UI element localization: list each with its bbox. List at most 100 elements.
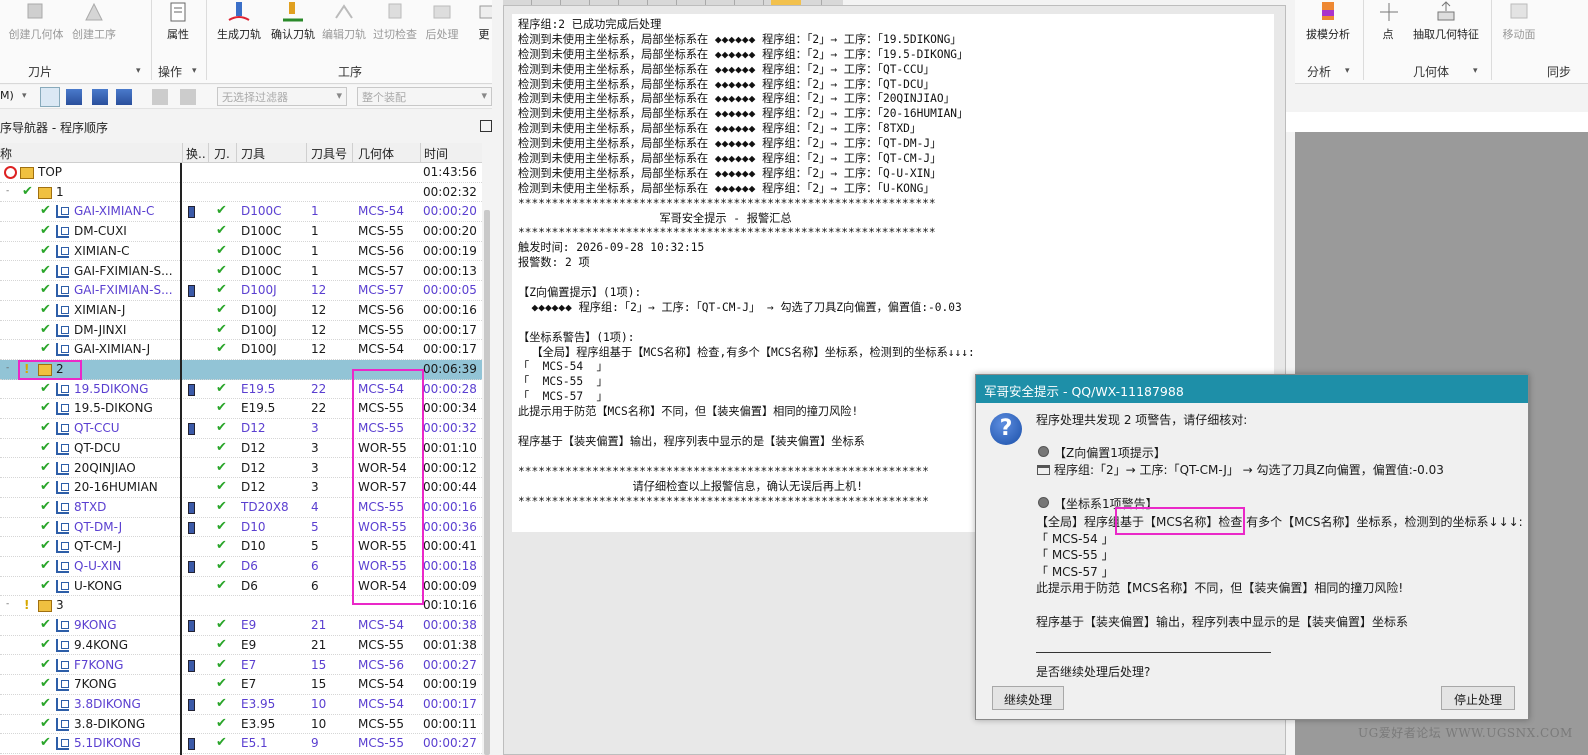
changed-icon: [188, 620, 195, 633]
gouge-check-button[interactable]: 过切检查: [372, 0, 418, 44]
operation-name[interactable]: 9KONG: [74, 618, 178, 632]
table-row[interactable]: ✔ XIMIAN-C ✔ D100C 1 MCS-56 00:00:19: [0, 242, 482, 262]
operation-icon: [56, 619, 69, 633]
group-dropdown-icon[interactable]: ▾: [1345, 66, 1350, 76]
operation-name[interactable]: 5.1DIKONG: [74, 736, 178, 750]
table-row[interactable]: ✔ XIMIAN-J ✔ D100J 12 MCS-56 00:00:16: [0, 301, 482, 321]
table-row[interactable]: ✔ DM-JINXI ✔ D100J 12 MCS-55 00:00:17: [0, 321, 482, 341]
col-header-path[interactable]: 刀.: [214, 145, 230, 162]
operation-name[interactable]: F7KONG: [74, 658, 178, 672]
table-row[interactable]: ✔ 3.8DIKONG ✔ E3.95 10 MCS-54 00:00:17: [0, 695, 482, 715]
dialog-title[interactable]: 军哥安全提示 - QQ/WX-11187988: [976, 375, 1528, 403]
table-row[interactable]: ✔ 9KONG ✔ E9 21 MCS-54 00:00:38: [0, 616, 482, 636]
table-row[interactable]: ✔ GAI-FXIMIAN-S... ✔ D100J 12 MCS-57 00:00:05: [0, 281, 482, 301]
tool-number-cell: 12: [311, 342, 327, 357]
operation-name[interactable]: GAI-FXIMIAN-S...: [74, 283, 178, 297]
operation-name[interactable]: 3.8DIKONG: [74, 697, 178, 711]
selection-filter-dropdown[interactable]: 无选择过滤器: [217, 87, 347, 106]
operation-name[interactable]: 3: [56, 598, 178, 612]
operation-name[interactable]: 20QINJIAO: [74, 461, 178, 475]
point-button[interactable]: 点: [1375, 0, 1401, 44]
operation-name[interactable]: QT-DM-J: [74, 520, 178, 534]
select-feature-icon[interactable]: [66, 89, 82, 105]
properties-button[interactable]: 属性: [160, 0, 196, 44]
tool-cell: TD20X8: [241, 499, 289, 514]
operation-name[interactable]: QT-CM-J: [74, 539, 178, 553]
group-label-analysis: 分析: [1307, 65, 1332, 79]
col-header-tool-number[interactable]: 刀具号: [311, 145, 347, 162]
col-header-change[interactable]: 换..: [186, 145, 206, 162]
col-header-name[interactable]: 称: [0, 145, 12, 162]
operation-name[interactable]: 1: [56, 185, 178, 199]
operation-name[interactable]: XIMIAN-C: [74, 244, 178, 258]
operation-name[interactable]: XIMIAN-J: [74, 303, 178, 317]
table-row[interactable]: ✔ GAI-XIMIAN-C ✔ D100C 1 MCS-54 00:00:20: [0, 202, 482, 223]
operation-name[interactable]: TOP: [38, 165, 178, 179]
continue-button[interactable]: 继续处理: [992, 686, 1064, 710]
operation-name[interactable]: Q-U-XIN: [74, 559, 178, 573]
table-row[interactable]: ✔ DM-CUXI ✔ D100C 1 MCS-55 00:00:20: [0, 222, 482, 242]
postprocess-button[interactable]: 后处理: [424, 0, 460, 44]
select-mode-icon[interactable]: [40, 87, 60, 107]
group-dropdown-icon[interactable]: ▾: [1473, 66, 1478, 76]
operation-name[interactable]: 8TXD: [74, 500, 178, 514]
edit-toolpath-button[interactable]: 编辑刀轨: [320, 0, 368, 44]
table-row[interactable]: ✔ GAI-XIMIAN-J ✔ D100J 12 MCS-54 00:00:17: [0, 340, 482, 360]
table-row[interactable]: TOP 01:43:56: [0, 163, 482, 183]
verify-toolpath-button[interactable]: 确认刀轨: [268, 0, 318, 44]
draft-analysis-button[interactable]: 拔模分析: [1299, 0, 1357, 44]
operation-name[interactable]: DM-CUXI: [74, 224, 178, 238]
operation-name[interactable]: 20-16HUMIAN: [74, 480, 178, 494]
operation-name[interactable]: GAI-XIMIAN-J: [74, 342, 178, 356]
highlight-box: [352, 369, 424, 605]
operation-name[interactable]: 3.8-DIKONG: [74, 717, 178, 731]
log-line: 检测到未使用主坐标系，局部坐标系在 ◆◆◆◆◆◆ 程序组：「2」→ 工序：「19…: [518, 47, 969, 61]
create-geometry-button[interactable]: 创建几何体: [6, 0, 66, 44]
table-row[interactable]: ✔ 9.4KONG ✔ E9 21 MCS-55 00:01:38: [0, 636, 482, 656]
table-row[interactable]: - ✔ 1 00:02:32: [0, 183, 482, 203]
extract-geometry-button[interactable]: 抽取几何特征: [1411, 0, 1481, 44]
create-operation-button[interactable]: 创建工序: [70, 0, 118, 44]
col-header-geometry[interactable]: 几何体: [358, 145, 394, 162]
collapse-icon[interactable]: -: [6, 599, 9, 609]
generate-toolpath-button[interactable]: 生成刀轨: [214, 0, 264, 44]
filter-options-icon[interactable]: [180, 89, 196, 105]
move-face-button[interactable]: 移动面: [1499, 0, 1539, 44]
table-row[interactable]: ✔ F7KONG ✔ E7 15 MCS-56 00:00:27: [0, 656, 482, 676]
operation-name[interactable]: QT-DCU: [74, 441, 178, 455]
tool-number-cell: 12: [311, 322, 327, 337]
operation-name[interactable]: 19.5DIKONG: [74, 382, 178, 396]
maximize-icon[interactable]: [480, 120, 492, 132]
operation-name[interactable]: 7KONG: [74, 677, 178, 691]
path-ok-icon: ✔: [216, 321, 227, 337]
operation-name[interactable]: U-KONG: [74, 579, 178, 593]
postprocess-icon: [433, 5, 451, 19]
operation-name[interactable]: GAI-FXIMIAN-S...: [74, 264, 178, 278]
operation-name[interactable]: GAI-XIMIAN-C: [74, 204, 178, 218]
assembly-scope-dropdown[interactable]: 整个装配: [357, 87, 492, 106]
operation-name[interactable]: 9.4KONG: [74, 638, 178, 652]
select-component-icon[interactable]: [116, 89, 132, 105]
table-row[interactable]: ✔ 3.8-DIKONG ✔ E3.95 10 MCS-55 00:00:11: [0, 715, 482, 735]
table-row[interactable]: ✔ 7KONG ✔ E7 15 MCS-54 00:00:19: [0, 675, 482, 695]
group-dropdown-icon[interactable]: ▾: [192, 66, 197, 76]
operation-name[interactable]: DM-JINXI: [74, 323, 178, 337]
more-button[interactable]: 更: [476, 0, 492, 44]
generate-toolpath-icon: [228, 2, 250, 21]
chevron-down-icon[interactable]: ▾: [22, 91, 27, 101]
operation-name[interactable]: QT-CCU: [74, 421, 178, 435]
table-row[interactable]: ✔ GAI-FXIMIAN-S... ✔ D100C 1 MCS-57 00:00:13: [0, 262, 482, 282]
col-header-tool[interactable]: 刀具: [241, 145, 265, 162]
group-dropdown-icon[interactable]: ▾: [136, 66, 141, 76]
menu-label[interactable]: M): [0, 89, 14, 102]
collapse-icon[interactable]: -: [6, 186, 9, 196]
filter-icon[interactable]: [152, 89, 168, 105]
col-header-time[interactable]: 时间: [424, 145, 448, 162]
table-row[interactable]: ✔ 5.1DIKONG ✔ E5.1 9 MCS-55 00:00:27: [0, 734, 482, 754]
navigator-scrollbar[interactable]: [484, 210, 490, 755]
operation-name[interactable]: 19.5-DIKONG: [74, 401, 178, 415]
stop-button[interactable]: 停止处理: [1441, 686, 1515, 710]
select-body-icon[interactable]: [92, 89, 108, 105]
collapse-icon[interactable]: -: [6, 363, 9, 373]
